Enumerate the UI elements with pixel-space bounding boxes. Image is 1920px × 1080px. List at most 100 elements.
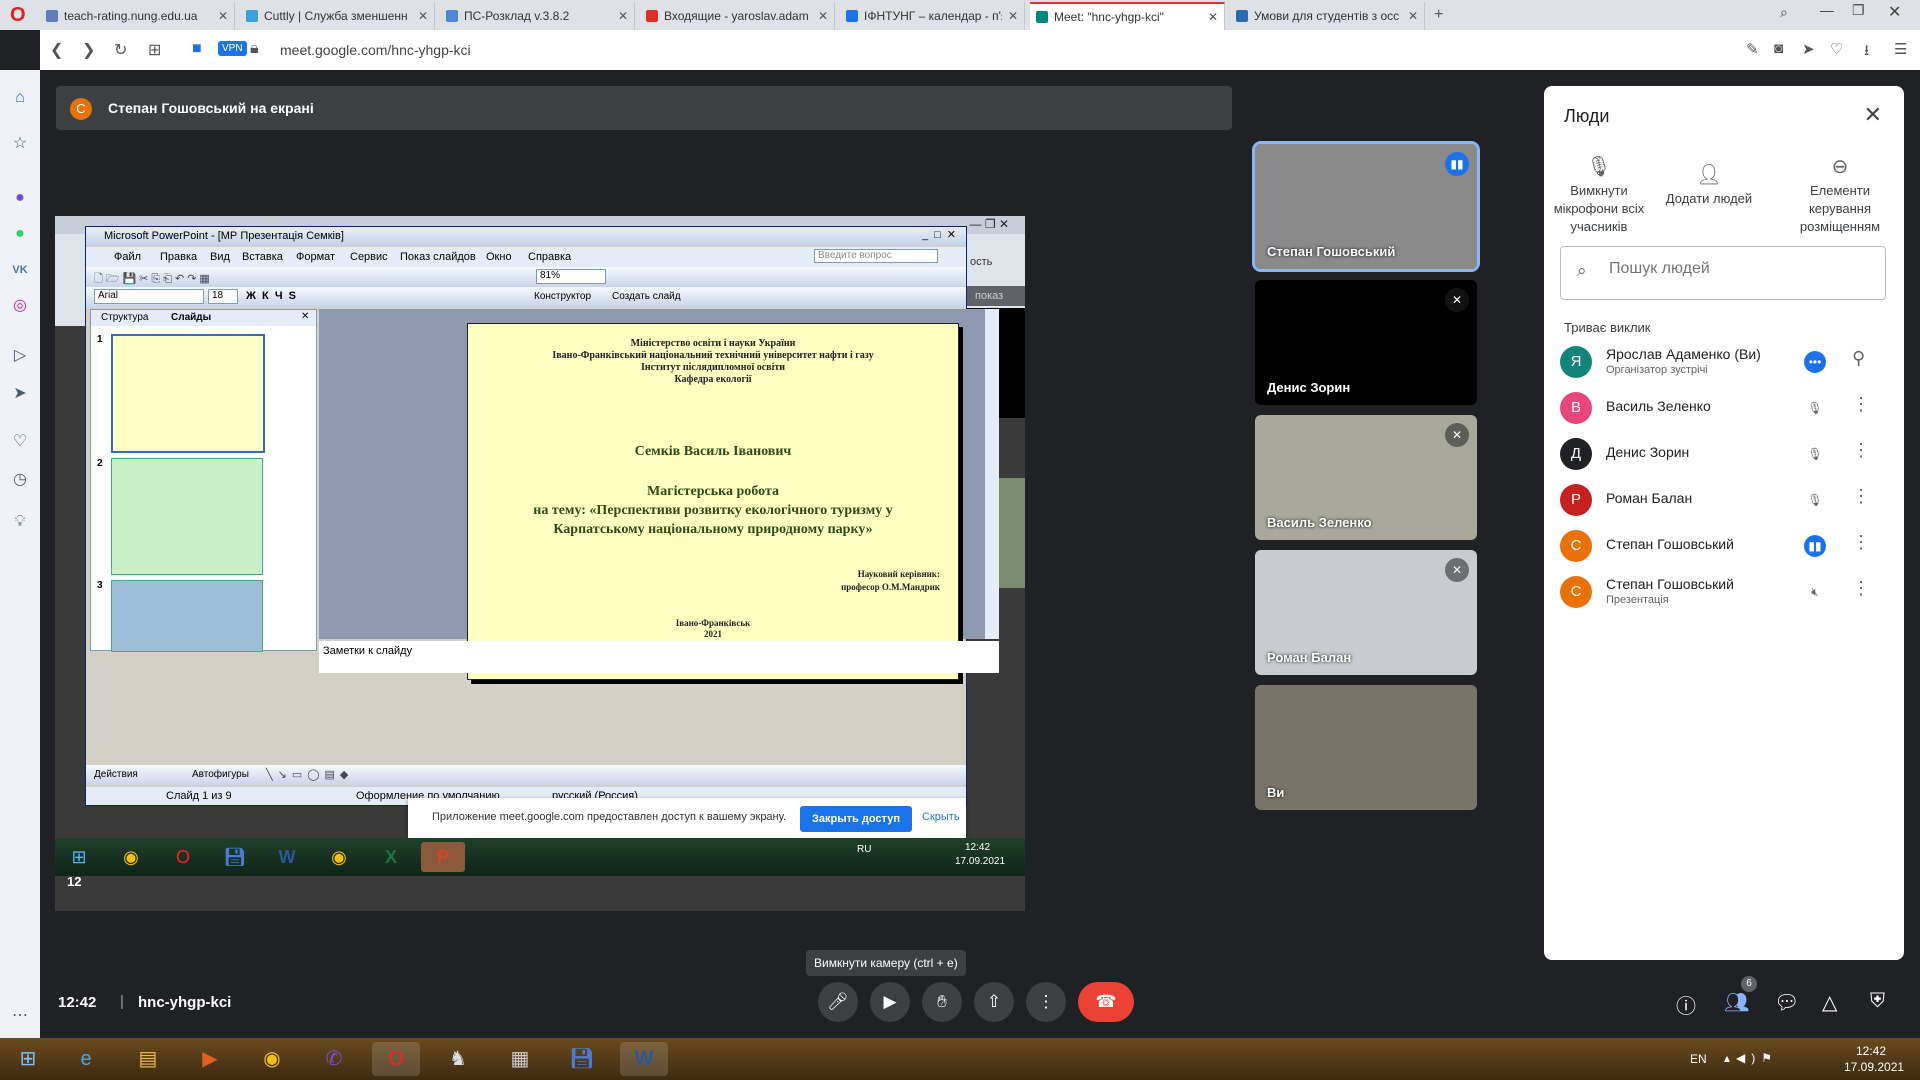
present-button[interactable]: ⇧ xyxy=(974,982,1014,1022)
bookmarks-icon[interactable]: ♡ xyxy=(10,432,30,452)
participant-tile[interactable]: ✕ Денис Зорин xyxy=(1255,280,1477,405)
forward-icon[interactable]: ❯ xyxy=(82,40,95,60)
history-icon[interactable]: ◷ xyxy=(10,470,30,490)
media-player-icon[interactable]: ▶ xyxy=(186,1042,234,1076)
stop-sharing-button[interactable]: Закрыть доступ xyxy=(800,806,912,832)
pp-menu-format[interactable]: Формат xyxy=(296,251,335,263)
pp-menu-edit[interactable]: Правка xyxy=(160,251,197,263)
inner-word-icon[interactable]: W xyxy=(265,842,309,872)
more-options-icon[interactable]: ⋮ xyxy=(1852,578,1870,599)
more-options-icon[interactable]: ⋮ xyxy=(1852,440,1870,461)
download-icon[interactable]: ⭳ xyxy=(1864,40,1869,65)
tab-close-icon[interactable]: ✕ xyxy=(818,9,828,23)
meeting-code[interactable]: hnc-yhgp-kci xyxy=(138,994,231,1011)
more-options-icon[interactable]: ⋮ xyxy=(1852,394,1870,415)
person-row[interactable]: В Василь Зеленко 🎙︎ ⋮ xyxy=(1560,386,1890,430)
host-controls-icon[interactable]: ⛨ xyxy=(1870,990,1885,1013)
keyboard-lang[interactable]: EN xyxy=(1690,1052,1707,1066)
calculator-icon[interactable]: ▦ xyxy=(496,1042,544,1076)
maximize-icon[interactable]: ❐ xyxy=(1852,2,1865,19)
instagram-icon[interactable]: ◎ xyxy=(10,296,30,316)
person-row[interactable]: Д Денис Зорин 🎙︎ ⋮ xyxy=(1560,432,1890,476)
lock-icon[interactable]: 🔒︎ xyxy=(250,40,259,58)
pp-window-buttons[interactable]: _□✕ xyxy=(922,228,962,241)
inner-opera-icon[interactable]: O xyxy=(161,842,205,872)
tab-close-icon[interactable]: ✕ xyxy=(218,9,228,23)
tab-close-icon[interactable]: ✕ xyxy=(618,9,628,23)
vpn-badge[interactable]: VPN xyxy=(218,41,247,56)
send-sidebar-icon[interactable]: ➤ xyxy=(10,384,30,404)
meeting-details-icon[interactable]: ⓘ xyxy=(1676,990,1696,1019)
participant-tile-self[interactable]: Ви xyxy=(1255,685,1477,810)
people-search[interactable]: ⌕ xyxy=(1560,246,1886,300)
pp-menu-help[interactable]: Справка xyxy=(528,251,571,263)
search-tabs-icon[interactable]: ⌕ xyxy=(1780,4,1788,21)
more-sidebar-icon[interactable]: ⋯ xyxy=(10,1006,30,1026)
app-icon[interactable]: ♞ xyxy=(434,1042,482,1076)
person-row[interactable]: Я Ярослав Адаменко (Ви) Організатор зуст… xyxy=(1560,340,1890,384)
explorer-icon[interactable]: ▤ xyxy=(124,1042,172,1076)
pp-designer-button[interactable]: Конструктор xyxy=(534,291,591,302)
back-icon[interactable]: ❮ xyxy=(50,40,63,60)
close-panel-icon[interactable]: ✕ xyxy=(1864,102,1882,128)
tab-close-icon[interactable]: ✕ xyxy=(1408,9,1418,23)
browser-tab[interactable]: Входящие - yaroslav.adam ✕ xyxy=(640,2,835,30)
camera-site-icon[interactable]: ■ xyxy=(192,40,202,58)
clock-date[interactable]: 17.09.2021 xyxy=(1844,1060,1904,1074)
pp-new-slide-button[interactable]: Создать слайд xyxy=(612,291,681,302)
send-icon[interactable]: ➤ xyxy=(1802,40,1815,58)
opera-logo-icon[interactable]: O xyxy=(10,5,28,25)
participant-tile[interactable]: ▮▮ Степан Гошовський xyxy=(1252,141,1480,272)
hide-notification-button[interactable]: Скрыть xyxy=(922,811,960,823)
save-app-icon[interactable]: 💾︎ xyxy=(558,1042,606,1076)
whatsapp-icon[interactable]: ● xyxy=(10,224,30,244)
tab-close-icon[interactable]: ✕ xyxy=(1008,9,1018,23)
word-icon[interactable]: W xyxy=(620,1042,668,1076)
pin-icon[interactable]: ⚲ xyxy=(1852,348,1865,369)
mic-off-icon[interactable]: 🎙︎ xyxy=(1804,443,1826,465)
people-icon[interactable]: 👥︎ xyxy=(1724,990,1749,1015)
tab-close-icon[interactable]: ✕ xyxy=(418,9,428,23)
pp-size-select[interactable]: 18 xyxy=(208,289,238,304)
mic-off-icon[interactable]: 🎙︎ xyxy=(1804,397,1826,419)
pp-tab-outline[interactable]: Структура xyxy=(101,312,148,323)
close-window-icon[interactable]: ✕ xyxy=(1888,2,1901,22)
new-tab-icon[interactable]: + xyxy=(1434,6,1443,24)
slide-thumbnail-3[interactable] xyxy=(111,580,263,652)
pp-menu-insert[interactable]: Вставка xyxy=(242,251,283,263)
person-row[interactable]: Р Роман Балан 🎙︎ ⋮ xyxy=(1560,478,1890,522)
pp-notes-field[interactable]: Заметки к слайду xyxy=(319,641,999,673)
person-row[interactable]: С Степан Гошовський ▮▮ ⋮ xyxy=(1560,524,1890,568)
more-options-icon[interactable]: ⋮ xyxy=(1852,532,1870,553)
chrome-icon[interactable]: ◉ xyxy=(248,1042,296,1076)
player-icon[interactable]: ▷ xyxy=(10,346,30,366)
sound-off-icon[interactable]: 🔇︎ xyxy=(1804,581,1826,603)
pp-autoshapes-menu[interactable]: Автофигуры xyxy=(192,769,249,780)
activities-icon[interactable]: △ xyxy=(1822,990,1837,1015)
viber-icon[interactable]: ✆ xyxy=(310,1042,358,1076)
tips-icon[interactable]: 💡︎ xyxy=(10,512,30,532)
home-icon[interactable]: ⌂ xyxy=(10,88,30,108)
url-field[interactable]: meet.google.com/hnc-yhgp-kci xyxy=(280,42,471,58)
browser-tab[interactable]: Умови для студентів з осс ✕ xyxy=(1230,2,1425,30)
inner-excel-icon[interactable]: X xyxy=(369,842,413,872)
chat-icon[interactable]: 💬︎ xyxy=(1774,990,1799,1015)
pp-tab-slides[interactable]: Слайды xyxy=(171,312,211,323)
inner-chrome-icon[interactable]: ◉ xyxy=(109,842,153,872)
inner-chrome2-icon[interactable]: ◉ xyxy=(317,842,361,872)
more-options-icon[interactable]: ⋮ xyxy=(1852,486,1870,507)
share-icon[interactable]: ✎ xyxy=(1746,40,1759,58)
snapshot-icon[interactable]: ◙ xyxy=(1774,40,1783,57)
person-row[interactable]: С Степан Гошовський Презентація 🔇︎ ⋮ xyxy=(1560,570,1890,614)
end-call-button[interactable]: ☎︎ xyxy=(1078,982,1134,1022)
slide-thumbnail-2[interactable] xyxy=(111,458,263,575)
minimize-icon[interactable]: — xyxy=(1820,2,1834,18)
tray-icons[interactable]: ▴◀)⚑ xyxy=(1724,1051,1778,1065)
people-search-input[interactable] xyxy=(1607,259,1871,279)
speed-dial-icon[interactable]: ☆ xyxy=(10,134,30,154)
heart-icon[interactable]: ♡ xyxy=(1830,40,1843,58)
raise-hand-button[interactable]: ✋︎ xyxy=(922,982,962,1022)
ie-icon[interactable]: e xyxy=(62,1042,110,1076)
messenger-icon[interactable]: ● xyxy=(10,188,30,208)
browser-tab[interactable]: teach-rating.nung.edu.ua ✕ xyxy=(40,2,235,30)
